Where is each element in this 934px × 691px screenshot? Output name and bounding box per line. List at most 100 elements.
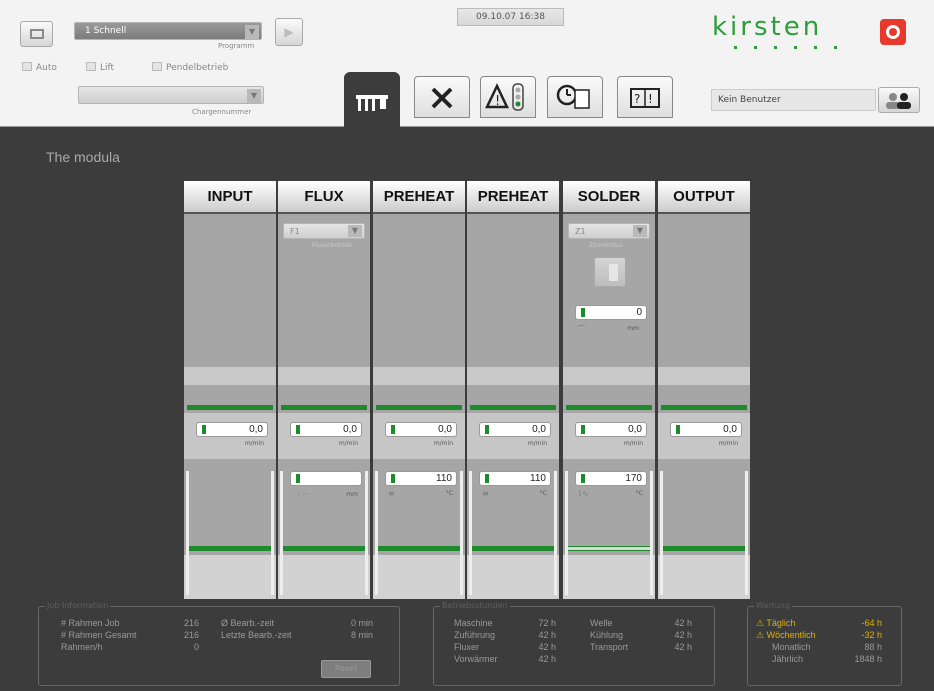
row-label: # Rahmen Job (61, 618, 120, 628)
row-label: Täglich (766, 618, 796, 628)
job-row: Letzte Bearb.-zeit 8 min (221, 630, 373, 640)
batch-caption: Chargennummer (192, 108, 252, 116)
speed-field[interactable]: 0,0 (196, 422, 268, 437)
rail-bottom (187, 546, 273, 551)
row-value: 42 h (538, 654, 556, 664)
overview-button[interactable] (20, 21, 53, 47)
program-select[interactable]: 1 Schnell ▼ (74, 22, 262, 40)
shuttle-label: Pendelbetrieb (166, 63, 229, 73)
batch-select[interactable]: ▼ (78, 86, 264, 104)
setpoint-unit: mm (346, 491, 358, 498)
wave-unit: mm (627, 325, 639, 332)
speed-field[interactable]: 0,0 (290, 422, 362, 437)
brand-text: kirsten (712, 12, 823, 42)
module-leg (280, 471, 283, 595)
svg-text:!: ! (648, 92, 653, 106)
help-icon: ?! (630, 88, 660, 108)
chevron-down-icon: ▼ (245, 25, 259, 39)
speed-unit: m/min (718, 440, 738, 447)
thermometer-icon: ⌇∿ (578, 489, 589, 498)
module-base (373, 555, 465, 599)
job-row: Rahmen/h 0 (61, 642, 199, 652)
job-row: # Rahmen Gesamt 216 (61, 630, 199, 640)
tab-modules[interactable] (344, 72, 400, 128)
row-label: Wöchentlich (766, 630, 816, 640)
maintenance-panel: Wartung ⚠ Täglich -64 h ⚠ Wöchentlich -32 … (747, 601, 902, 686)
temperature-unit: °C (445, 490, 453, 497)
user-field[interactable]: Kein Benutzer (711, 89, 876, 111)
warning-icon: ! (485, 83, 524, 111)
speed-field[interactable]: 0,0 (479, 422, 551, 437)
hours-row: Transport 42 h (590, 642, 692, 652)
speed-field[interactable]: 0,0 (385, 422, 457, 437)
auto-checkbox[interactable]: Auto (22, 62, 57, 73)
module-leg (460, 471, 463, 595)
module-band (658, 367, 750, 385)
module-output: OUTPUT 0,0 m/min (658, 181, 750, 599)
module-band (373, 367, 465, 385)
module-leg (271, 471, 274, 595)
row-label: Maschine (454, 618, 493, 628)
reset-button[interactable]: Reset (321, 660, 371, 678)
flux-select[interactable]: F1 ▼ (283, 223, 365, 239)
grid-icon (30, 29, 44, 39)
temperature-unit: °C (635, 490, 643, 497)
module-leg (375, 471, 378, 595)
lift-checkbox[interactable]: Lift (86, 62, 114, 73)
maintenance-row: ⚠ Wöchentlich -32 h (756, 630, 882, 641)
temperature-unit: °C (539, 490, 547, 497)
speed-unit: m/min (433, 440, 453, 447)
module-solder: SOLDER Z1 ▼ Zinnmodus 0 ⌒ mm 0,0 m/min 1… (563, 181, 655, 599)
tab-alarms[interactable]: ! (480, 76, 536, 118)
module-leg (745, 471, 748, 595)
tab-time-log[interactable] (547, 76, 603, 118)
record-button[interactable] (880, 19, 906, 45)
rail-top (470, 405, 556, 410)
record-icon (886, 25, 900, 39)
rail-bottom (281, 546, 367, 551)
rail-bottom (376, 546, 462, 551)
module-leg (186, 471, 189, 595)
tab-help[interactable]: ?! (617, 76, 673, 118)
temperature-field[interactable]: 170 (575, 471, 647, 486)
row-label: Monatlich (772, 642, 811, 652)
svg-text:?: ? (634, 92, 640, 106)
brand-logo: kirsten (712, 12, 862, 52)
module-base (278, 555, 370, 599)
hours-row: Kühlung 42 h (590, 630, 692, 640)
temperature-field[interactable]: 110 (385, 471, 457, 486)
nozzle-button[interactable] (594, 257, 626, 287)
operating-hours-panel: Betriebsstunden Maschine 72 h Zuführung 42… (433, 601, 715, 686)
rail-bottom-inactive (566, 546, 652, 551)
play-button[interactable]: ▶ (275, 18, 303, 46)
speed-field[interactable]: 0,0 (575, 422, 647, 437)
panel-title: Betriebsstunden (440, 601, 510, 610)
chevron-down-icon: ▼ (247, 89, 261, 103)
brand-dots (734, 46, 854, 49)
temperature-field[interactable]: 110 (479, 471, 551, 486)
row-value: 88 h (864, 642, 882, 652)
module-base (563, 555, 655, 599)
flux-setpoint-field[interactable] (290, 471, 362, 486)
row-label: Jährlich (772, 654, 804, 664)
module-flux: FLUX F1 ▼ Fluxerbetrieb 0,0 m/min ⋮⋯ mm (278, 181, 370, 599)
module-leg (554, 471, 557, 595)
row-value: 42 h (674, 630, 692, 640)
speed-field[interactable]: 0,0 (670, 422, 742, 437)
module-leg (469, 471, 472, 595)
flux-select-value: F1 (290, 227, 300, 236)
shuttle-checkbox[interactable]: Pendelbetrieb (152, 62, 228, 73)
hours-row: Welle 42 h (590, 618, 692, 628)
users-icon (886, 93, 911, 109)
wave-height-field[interactable]: 0 (575, 305, 647, 320)
svg-text:!: ! (495, 94, 500, 109)
login-button[interactable] (878, 87, 920, 113)
row-value: 216 (183, 630, 199, 640)
tab-tools[interactable] (414, 76, 470, 118)
row-label: Kühlung (590, 630, 624, 640)
module-band (467, 367, 559, 385)
heater-icon: ≡ (388, 489, 395, 498)
solder-select[interactable]: Z1 ▼ (568, 223, 650, 239)
module-leg (365, 471, 368, 595)
module-base (658, 555, 750, 599)
